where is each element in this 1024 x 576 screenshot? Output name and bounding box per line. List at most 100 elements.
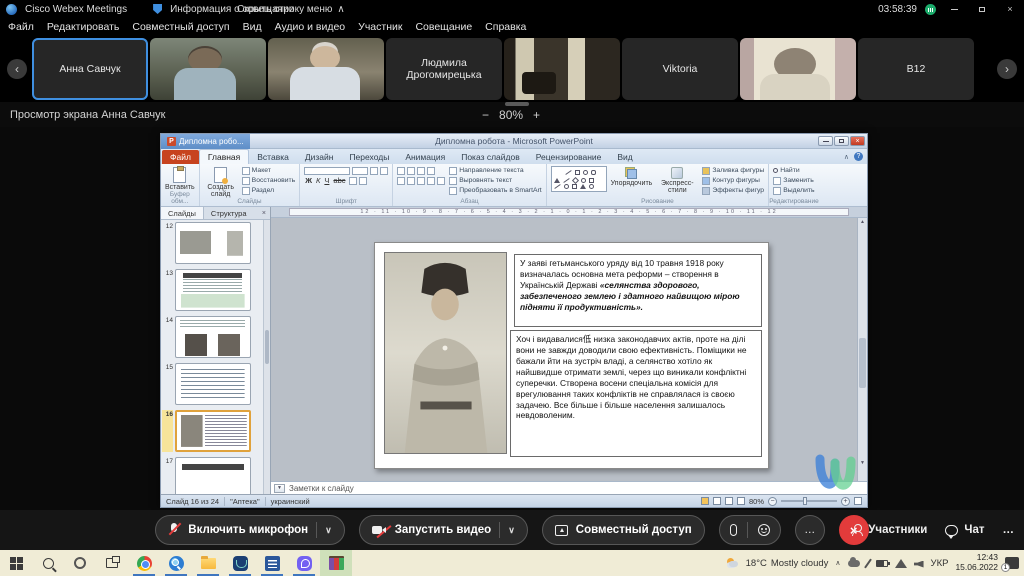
minimize-button[interactable] (944, 2, 964, 16)
bullets-icon[interactable] (397, 167, 405, 175)
scroll-down-icon[interactable]: ▼ (859, 460, 866, 467)
paste-button[interactable]: Вставить (165, 166, 195, 191)
file-explorer-taskbar-button[interactable] (192, 550, 224, 576)
find-button[interactable]: Найти (773, 166, 814, 175)
ppt-tab-animations[interactable]: Анимация (397, 150, 453, 164)
smartart-button[interactable]: Преобразовать в SmartArt (449, 186, 541, 195)
ppt-restore-button[interactable] (834, 136, 849, 146)
ppt-tab-insert[interactable]: Вставка (249, 150, 297, 164)
unmute-button[interactable]: Включить микрофон ∨ (155, 515, 344, 545)
participant-tile-video-3[interactable] (504, 38, 620, 100)
text-direction-button[interactable]: Направление текста (449, 166, 541, 175)
zoom-in-button[interactable]: + (841, 497, 850, 506)
pen-icon[interactable] (864, 558, 872, 568)
participants-button[interactable]: Участники (852, 524, 927, 536)
webex-taskbar-button[interactable] (224, 550, 256, 576)
word-taskbar-button[interactable] (256, 550, 288, 576)
slide-textbox-1[interactable]: У заяві гетьманського уряду від 10 травн… (514, 254, 762, 327)
panel-scrollbar[interactable] (263, 220, 270, 494)
underline-button[interactable]: Ч (323, 176, 330, 185)
slide-thumb-15[interactable]: 15 (162, 363, 267, 405)
align-text-button[interactable]: Выровнять текст (449, 176, 541, 185)
slide-thumb-13[interactable]: 13 (162, 269, 267, 311)
replace-button[interactable]: Заменить (773, 176, 814, 185)
taskbar-search-button[interactable] (32, 550, 64, 576)
panel-tab-outline[interactable]: Структура (204, 207, 254, 219)
help-button[interactable]: ? (854, 152, 863, 161)
section-button[interactable]: Раздел (242, 186, 296, 195)
ppt-tab-review[interactable]: Рецензирование (528, 150, 610, 164)
chrome-taskbar-button[interactable] (128, 550, 160, 576)
slideshow-button[interactable] (737, 497, 745, 505)
winrar-taskbar-button[interactable] (320, 550, 352, 576)
panel-tab-slides[interactable]: Слайды (161, 207, 204, 219)
menu-help[interactable]: Справка (485, 21, 526, 33)
layout-button[interactable]: Макет (242, 166, 296, 175)
slide-thumb-17[interactable]: 17 (162, 457, 267, 494)
scroll-up-icon[interactable]: ▲ (859, 219, 866, 226)
task-view-button[interactable] (96, 550, 128, 576)
reactions-icon[interactable] (758, 524, 770, 536)
font-name-select[interactable] (304, 167, 350, 175)
scrollbar-thumb[interactable] (859, 338, 866, 388)
ppt-tab-slideshow[interactable]: Показ слайдов (453, 150, 528, 164)
new-slide-button[interactable]: Создать слайд (204, 166, 238, 198)
restore-button[interactable] (972, 2, 992, 16)
shape-outline-button[interactable]: Контур фигуры (702, 176, 764, 185)
language-indicator[interactable]: УКР (931, 558, 949, 569)
ppt-tab-view[interactable]: Вид (609, 150, 640, 164)
strikethrough-button[interactable]: abc (332, 176, 346, 185)
zoom-out-button[interactable]: − (482, 108, 489, 122)
slide-sorter-button[interactable] (713, 497, 721, 505)
shape-effects-button[interactable]: Эффекты фигур (702, 186, 764, 195)
slide-thumb-14[interactable]: 14 (162, 316, 267, 358)
menu-edit[interactable]: Редактировать (47, 21, 120, 33)
fit-to-window-button[interactable] (854, 497, 862, 505)
menu-audio-video[interactable]: Аудио и видео (275, 21, 346, 33)
weather-widget[interactable]: 18°C Mostly cloudy (746, 558, 829, 569)
participant-tile-viktoria[interactable]: Viktoria (622, 38, 738, 100)
current-slide[interactable]: У заяві гетьманського уряду від 10 травн… (374, 242, 769, 469)
chat-button[interactable]: Чат (945, 524, 984, 536)
video-options-chevron-icon[interactable]: ∨ (508, 525, 515, 536)
ppt-tab-design[interactable]: Дизайн (297, 150, 342, 164)
speaker-icon[interactable] (914, 561, 924, 568)
shrink-font-icon[interactable] (380, 167, 388, 175)
arrange-button[interactable]: Упорядочить (611, 166, 653, 187)
shapes-gallery[interactable] (551, 166, 607, 192)
normal-view-button[interactable] (701, 497, 709, 505)
participant-tile-b12[interactable]: B12 (858, 38, 974, 100)
minimize-ribbon-button[interactable]: ∧ (844, 153, 849, 161)
menu-participant[interactable]: Участник (358, 21, 402, 33)
italic-button[interactable]: К (315, 176, 321, 185)
more-options-button[interactable]: … (795, 515, 825, 545)
columns-icon[interactable] (437, 177, 445, 185)
ppt-document-tab[interactable]: P Дипломна робо... (161, 134, 250, 149)
slide-textbox-2[interactable]: Хоч і видавалися低 низка законодавчих акт… (510, 330, 762, 457)
ppt-tab-file[interactable]: Файл (162, 150, 199, 164)
scroll-right-button[interactable]: › (997, 59, 1017, 79)
status-language[interactable]: украинский (271, 497, 310, 506)
align-center-icon[interactable] (407, 177, 415, 185)
wifi-icon[interactable] (895, 559, 907, 568)
taskbar-clock[interactable]: 12:43 15.06.2022 (955, 553, 998, 573)
align-right-icon[interactable] (417, 177, 425, 185)
menu-view[interactable]: Вид (243, 21, 262, 33)
vertical-scrollbar[interactable]: ▲ ▼ (857, 218, 867, 481)
notification-center-button[interactable]: 1 (1005, 557, 1019, 569)
grow-font-icon[interactable] (370, 167, 378, 175)
participant-tile-liudmyla[interactable]: Людмила Дрогомирецька (386, 38, 502, 100)
reset-button[interactable]: Восстановить (242, 176, 296, 185)
panel-close-button[interactable]: × (258, 207, 270, 219)
zoom-slider[interactable] (781, 500, 837, 502)
menu-meeting[interactable]: Совещание (415, 21, 472, 33)
zoom-in-button[interactable]: + (533, 108, 540, 122)
scroll-left-button[interactable]: ‹ (7, 59, 27, 79)
cortana-button[interactable] (64, 550, 96, 576)
participant-tile-video-2[interactable] (268, 38, 384, 100)
start-button[interactable] (0, 550, 32, 576)
more-panels-button[interactable]: … (1003, 524, 1015, 536)
share-content-button[interactable]: Совместный доступ (542, 515, 705, 545)
select-button[interactable]: Выделить (773, 186, 814, 195)
ppt-minimize-button[interactable] (818, 136, 833, 146)
